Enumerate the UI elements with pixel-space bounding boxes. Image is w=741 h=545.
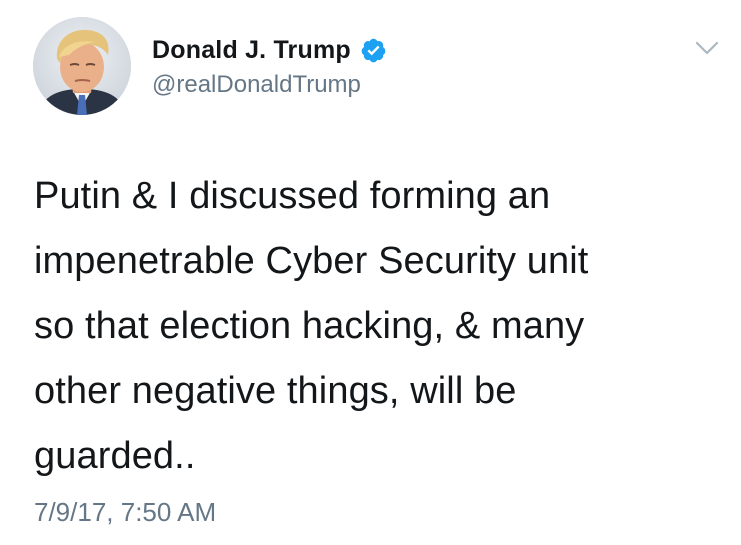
avatar-photo [33, 17, 131, 115]
display-name[interactable]: Donald J. Trump [152, 36, 351, 65]
avatar[interactable] [33, 17, 131, 115]
author-name-row[interactable]: Donald J. Trump [152, 33, 387, 67]
tweet-text-line: impenetrable Cyber Security unit [34, 240, 589, 282]
user-handle[interactable]: @realDonaldTrump [152, 71, 361, 99]
tweet-card: Donald J. Trump @realDonaldTrump Putin &… [0, 0, 741, 545]
tweet-text-line: Putin & I discussed forming an [34, 175, 551, 217]
tweet-timestamp[interactable]: 7/9/17, 7:50 AM [34, 497, 216, 528]
tweet-text-line: so that election hacking, & many [34, 305, 585, 347]
verified-badge-icon [360, 37, 387, 64]
chevron-down-icon[interactable] [692, 36, 722, 60]
tweet-text-line: guarded.. [34, 435, 196, 477]
tweet-text: Putin & I discussed forming an impenetra… [34, 164, 724, 489]
tweet-text-line: other negative things, will be [34, 370, 517, 412]
